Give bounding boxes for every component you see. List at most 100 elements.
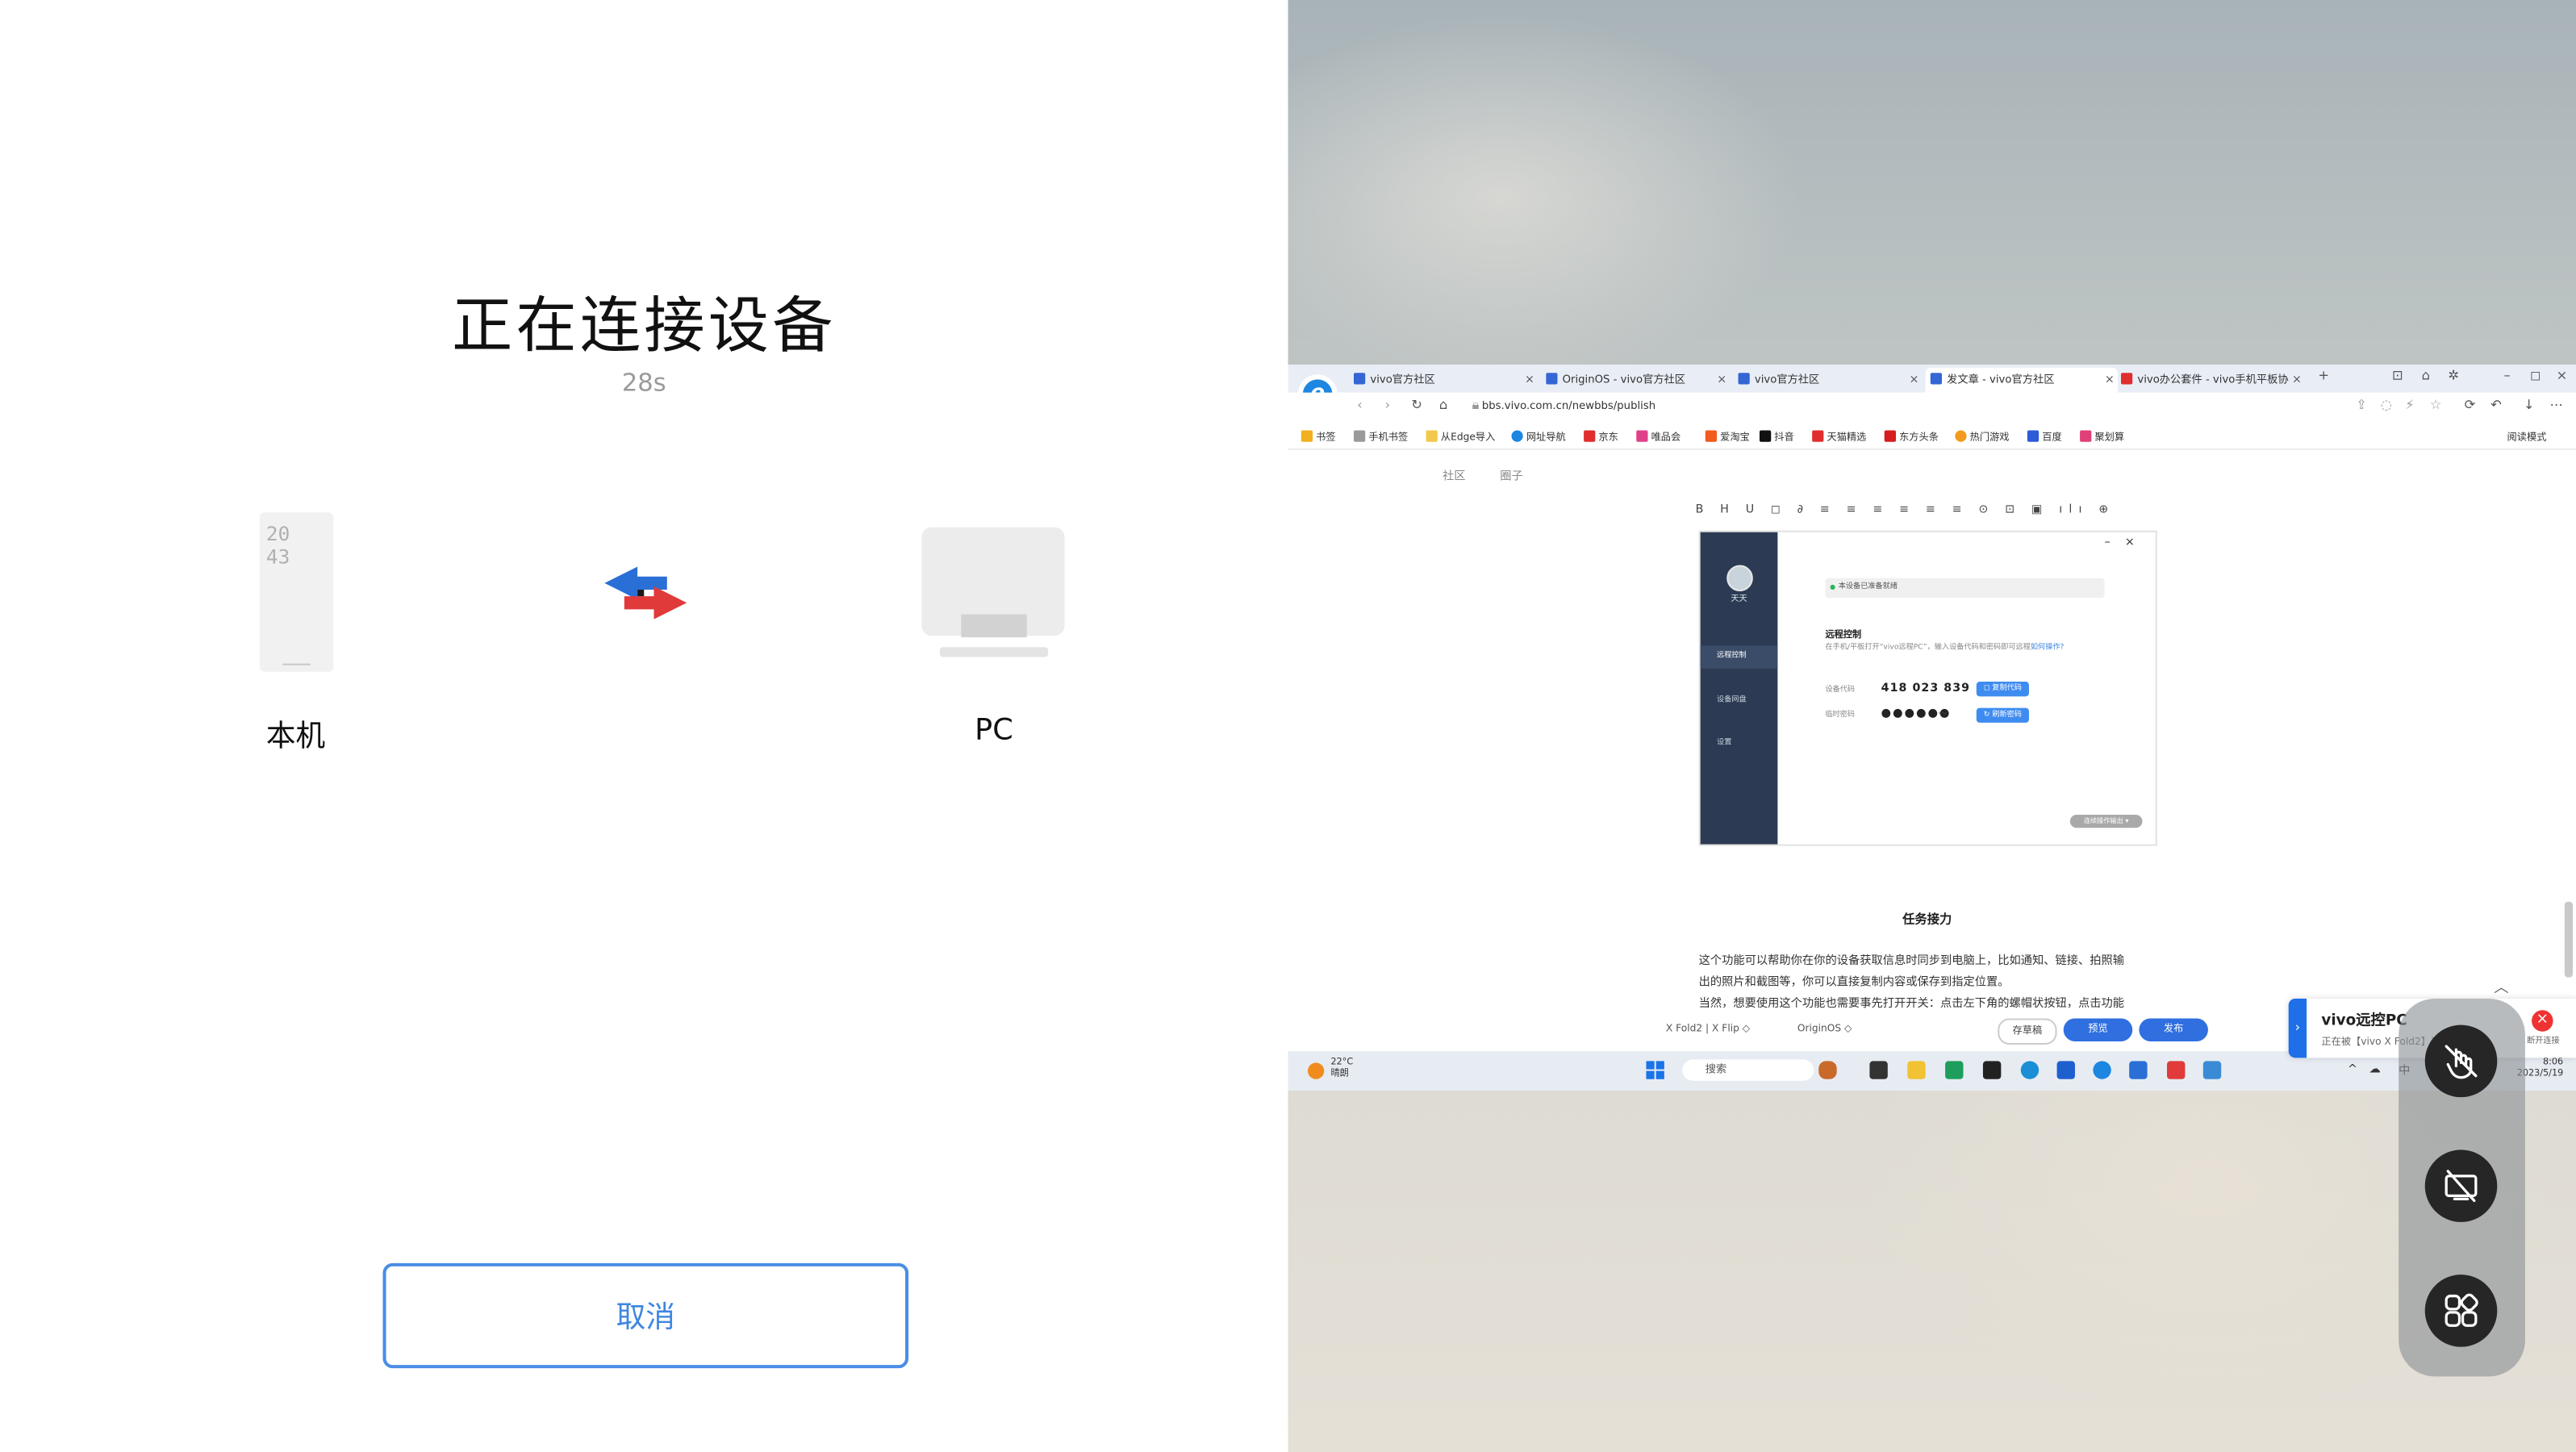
extensions-icon[interactable]: ✲ bbox=[2448, 368, 2459, 382]
close-tab-icon[interactable]: × bbox=[2292, 368, 2302, 393]
screen-off-icon bbox=[2444, 1170, 2478, 1203]
touch-off-icon bbox=[2444, 1045, 2478, 1079]
vivo-favicon-icon bbox=[1353, 373, 1366, 385]
browser-tab-active[interactable]: 发文章 - vivo官方社区 × bbox=[1925, 368, 2118, 393]
taskbar-app-icon[interactable] bbox=[2202, 1061, 2222, 1079]
close-window-icon[interactable]: × bbox=[2557, 368, 2568, 382]
reading-mode-button[interactable]: 阅读模式 bbox=[2507, 428, 2547, 444]
bookmark-item[interactable]: 热门游戏 bbox=[1955, 428, 2010, 444]
bookmark-item[interactable]: 东方头条 bbox=[1884, 428, 1939, 444]
bookmark-item[interactable]: 唯品会 bbox=[1636, 428, 1680, 444]
dialog-description: 在手机/平板打开“vivo远程PC”，输入设备代码和密码即可远程如何操作? bbox=[1825, 644, 2065, 653]
taskbar-search[interactable]: 搜索 bbox=[1682, 1059, 1814, 1081]
scrollbar[interactable] bbox=[2564, 901, 2574, 978]
site-nav-circles[interactable]: 圈子 bbox=[1500, 468, 1523, 484]
task-view-icon[interactable] bbox=[1869, 1061, 1888, 1079]
bookmark-item[interactable]: 爱淘宝 bbox=[1705, 428, 1750, 444]
url-field[interactable]: bbs.vivo.com.cn/newbbs/publish bbox=[1482, 399, 1655, 412]
screenshot-icon[interactable]: ◌ bbox=[2381, 398, 2392, 412]
new-tab-icon[interactable]: + bbox=[2318, 368, 2329, 382]
tab-actions-icon[interactable]: ⊡ bbox=[2392, 368, 2403, 382]
more-apps-button[interactable] bbox=[2424, 1275, 2498, 1347]
windows-start-icon[interactable] bbox=[1646, 1061, 1664, 1079]
weather-sun-icon[interactable] bbox=[1307, 1062, 1325, 1079]
file-explorer-icon[interactable] bbox=[1907, 1061, 1926, 1079]
bookmark-item[interactable]: 京东 bbox=[1584, 428, 1618, 444]
bookmark-item[interactable]: 聚划算 bbox=[2080, 428, 2124, 444]
close-tab-icon[interactable]: × bbox=[1525, 368, 1534, 393]
temp-password-label: 临时密码 bbox=[1825, 711, 1856, 720]
home-icon[interactable]: ⌂ bbox=[1439, 398, 1447, 412]
article-paragraph: 出的照片和截图等，你可以直接复制内容或保存到指定位置。 bbox=[1698, 975, 2010, 989]
site-nav-community[interactable]: 社区 bbox=[1442, 468, 1466, 484]
minimize-icon[interactable]: – bbox=[2503, 368, 2510, 382]
pc-device-label: PC bbox=[975, 712, 1013, 748]
disconnect-icon[interactable]: × bbox=[2532, 1010, 2553, 1032]
screen-off-button[interactable] bbox=[2424, 1150, 2498, 1222]
undo-icon[interactable]: ↶ bbox=[2490, 398, 2502, 412]
disconnect-label[interactable]: 断开连接 bbox=[2527, 1035, 2560, 1046]
phone-clock: 20 43 bbox=[265, 522, 290, 569]
network-icon[interactable]: ☁ bbox=[2369, 1062, 2380, 1075]
refresh-password-button: ↻ 刷新密码 bbox=[1976, 707, 2029, 723]
back-to-top-icon[interactable]: ︿ bbox=[2494, 976, 2508, 997]
publish-button[interactable]: 发布 bbox=[2139, 1018, 2208, 1041]
bookmark-item[interactable]: 网址导航 bbox=[1511, 428, 1566, 444]
save-draft-button[interactable]: 存草稿 bbox=[1998, 1018, 2057, 1045]
forward-icon[interactable]: › bbox=[1385, 398, 1391, 412]
maximize-icon[interactable]: ◻ bbox=[2530, 368, 2541, 382]
remote-pc-screen[interactable]: vivo官方社区 × OriginOS - vivo官方社区 × vivo官方社区 ×… bbox=[1288, 365, 2576, 1091]
close-tab-icon[interactable]: × bbox=[1717, 368, 1726, 393]
os-tag-select[interactable]: OriginOS ◇ bbox=[1797, 1024, 1852, 1035]
close-tab-icon[interactable]: × bbox=[2105, 368, 2115, 393]
apps-grid-icon bbox=[2444, 1293, 2478, 1327]
local-device-label: 本机 bbox=[265, 719, 326, 754]
vivo-office-favicon-icon bbox=[2120, 373, 2133, 385]
weather-widget[interactable]: 22°C 晴朗 bbox=[1330, 1058, 1353, 1081]
taskbar-app-icon[interactable] bbox=[1945, 1061, 1964, 1079]
favorite-star-icon[interactable]: ☆ bbox=[2430, 398, 2442, 412]
menu-remote-control: 远程控制 bbox=[1700, 645, 1778, 669]
status-badge: 本设备已准备就绪 bbox=[1825, 578, 2105, 599]
bookmark-item[interactable]: 百度 bbox=[2027, 428, 2062, 444]
edge-browser-icon[interactable] bbox=[2020, 1061, 2040, 1079]
browser-tab[interactable]: vivo官方社区 × bbox=[1738, 368, 1923, 393]
notification-title: vivo远控PC bbox=[2321, 1013, 2407, 1030]
browser-taskbar-icon[interactable] bbox=[2093, 1061, 2111, 1079]
browser-tab[interactable]: vivo办公套件 - vivo手机平板协 × bbox=[2120, 368, 2305, 393]
taskbar-app-icon[interactable] bbox=[2056, 1061, 2075, 1079]
cancel-button[interactable]: 取消 bbox=[382, 1262, 909, 1369]
lightning-icon[interactable]: ⚡︎ bbox=[2405, 398, 2414, 412]
bookmark-item[interactable]: 天猫精选 bbox=[1812, 428, 1866, 444]
preview-button[interactable]: 预览 bbox=[2063, 1018, 2133, 1041]
chevron-right-icon[interactable]: › bbox=[2288, 999, 2307, 1058]
browser-tab[interactable]: vivo官方社区 × bbox=[1353, 368, 1538, 393]
copy-code-button: ◻ 复制代码 bbox=[1976, 682, 2029, 697]
taskbar-app-icon[interactable] bbox=[1818, 1061, 1837, 1079]
vivo-office-icon[interactable] bbox=[2129, 1061, 2148, 1079]
secure-lock-icon: 🔒︎ bbox=[1472, 397, 1480, 413]
download-icon[interactable]: ↓ bbox=[2524, 398, 2535, 412]
touch-disabled-button[interactable] bbox=[2424, 1024, 2498, 1098]
bookmark-item[interactable]: 书签 bbox=[1301, 428, 1336, 444]
sync-icon[interactable]: ⟳ bbox=[2465, 398, 2476, 412]
bookmark-item[interactable]: 抖音 bbox=[1759, 428, 1794, 444]
bookmark-item[interactable]: 手机书签 bbox=[1353, 428, 1408, 444]
editor-toolbar[interactable]: B H U ◻ ∂ ≡ ≡ ≡ ≡ ≡ ≡ ⊙ ⊡ ▣ ılı ⊕ bbox=[1696, 503, 2165, 522]
avatar bbox=[1726, 565, 1753, 592]
more-icon[interactable]: ⋯ bbox=[2549, 398, 2562, 412]
share-icon[interactable]: ⇪ bbox=[2356, 398, 2367, 412]
menu-device-disk: 设备网盘 bbox=[1717, 696, 1747, 705]
bookmark-item[interactable]: 从Edge导入 bbox=[1426, 428, 1495, 444]
back-icon[interactable]: ‹ bbox=[1357, 398, 1363, 412]
tray-overflow-icon[interactable]: ^ bbox=[2348, 1062, 2357, 1075]
taskbar-app-icon[interactable] bbox=[1982, 1061, 2002, 1079]
taskbar-app-icon[interactable] bbox=[2167, 1061, 2186, 1079]
reload-icon[interactable]: ↻ bbox=[1411, 398, 1422, 412]
device-tag-select[interactable]: X Fold2 | X Flip ◇ bbox=[1666, 1024, 1750, 1035]
close-tab-icon[interactable]: × bbox=[1910, 368, 1919, 393]
lock-icon[interactable]: ⌂ bbox=[2422, 368, 2430, 382]
browser-tab[interactable]: OriginOS - vivo官方社区 × bbox=[1546, 368, 1730, 393]
vivo-favicon-icon bbox=[1738, 373, 1750, 385]
pc-stand bbox=[961, 614, 1027, 638]
